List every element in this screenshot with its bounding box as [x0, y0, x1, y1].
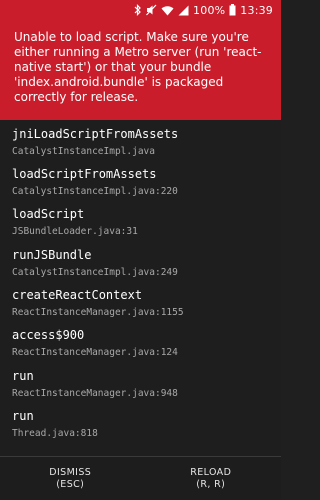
frame-method: run — [12, 409, 34, 423]
status-bar: 100% 13:39 — [0, 0, 281, 20]
reload-button[interactable]: RELOAD (R, R) — [141, 457, 282, 500]
stack-frame[interactable]: loadScript JSBundleLoader.java:31 — [12, 207, 272, 238]
stack-frame[interactable]: loadScriptFromAssets CatalystInstanceImp… — [12, 167, 272, 198]
dismiss-label: DISMISS — [49, 466, 92, 478]
mute-icon — [146, 4, 157, 16]
frame-method: loadScriptFromAssets — [12, 167, 157, 181]
frame-method: loadScript — [12, 207, 85, 221]
frame-location: CatalystInstanceImpl.java — [12, 146, 155, 157]
stack-trace: jniLoadScriptFromAssets CatalystInstance… — [0, 120, 281, 456]
frame-method: jniLoadScriptFromAssets — [12, 127, 179, 141]
clock: 13:39 — [240, 3, 273, 17]
wifi-icon — [161, 4, 174, 16]
frame-method: runJSBundle — [12, 248, 92, 262]
stack-frame[interactable]: run Thread.java:818 — [12, 409, 272, 440]
frame-location: ReactInstanceManager.java:948 — [12, 388, 178, 399]
reload-shortcut: (R, R) — [196, 478, 226, 490]
frame-method: access$900 — [12, 328, 85, 342]
stack-frame[interactable]: createReactContext ReactInstanceManager.… — [12, 288, 272, 319]
frame-method: createReactContext — [12, 288, 143, 302]
error-message: Unable to load script. Make sure you're … — [14, 30, 262, 104]
frame-location: JSBundleLoader.java:31 — [12, 226, 138, 237]
bluetooth-icon — [134, 4, 142, 16]
frame-location: CatalystInstanceImpl.java:249 — [12, 267, 178, 278]
frame-method: run — [12, 369, 34, 383]
frame-location: Thread.java:818 — [12, 428, 98, 439]
stack-frame[interactable]: jniLoadScriptFromAssets CatalystInstance… — [12, 127, 272, 158]
stack-frame[interactable]: runJSBundle CatalystInstanceImpl.java:24… — [12, 248, 272, 279]
frame-location: ReactInstanceManager.java:1155 — [12, 307, 184, 318]
battery-percent: 100% — [193, 3, 226, 17]
frame-location: ReactInstanceManager.java:124 — [12, 347, 178, 358]
button-bar: DISMISS (ESC) RELOAD (R, R) — [0, 456, 281, 500]
stack-frame[interactable]: access$900 ReactInstanceManager.java:124 — [12, 328, 272, 359]
battery-icon — [229, 4, 236, 16]
dismiss-button[interactable]: DISMISS (ESC) — [0, 457, 141, 500]
reload-label: RELOAD — [190, 466, 232, 478]
frame-location: CatalystInstanceImpl.java:220 — [12, 186, 178, 197]
stack-frame[interactable]: run ReactInstanceManager.java:948 — [12, 369, 272, 400]
signal-icon — [178, 4, 189, 16]
dismiss-shortcut: (ESC) — [56, 478, 85, 490]
error-banner: Unable to load script. Make sure you're … — [0, 20, 281, 120]
